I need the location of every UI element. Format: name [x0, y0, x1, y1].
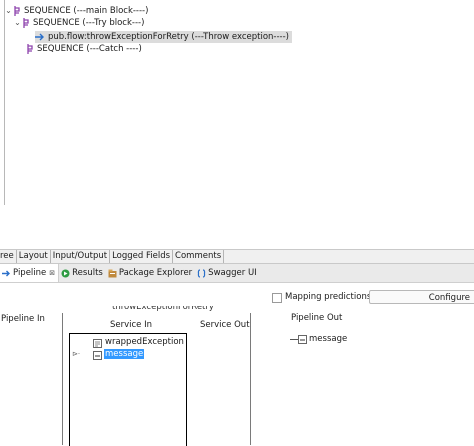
tab-package-explorer[interactable]: Package Explorer	[106, 264, 195, 282]
pipeline-out-heading: Pipeline Out	[291, 313, 343, 323]
string-field-icon	[93, 351, 102, 360]
mapping-predictions-label: Mapping predictions	[285, 292, 372, 302]
document-icon	[93, 339, 102, 348]
view-tab-bar: Pipeline ⊠ Results Package Explorer Swag…	[0, 264, 474, 283]
pipeline-in-heading: Pipeline In	[1, 314, 45, 324]
flow-tree: ⌄ SEQUENCE (---main Block----) ⌄ SEQUENC…	[0, 0, 474, 249]
map-link-icon: ⊳·	[72, 350, 81, 358]
chevron-down-icon[interactable]: ⌄	[13, 17, 22, 29]
pipeline-divider	[250, 313, 251, 445]
service-out-heading: Service Out	[200, 320, 250, 330]
pipeline-icon	[2, 269, 11, 278]
invoke-arrow-icon	[35, 33, 45, 41]
tab-label: Pipeline	[13, 268, 47, 278]
tab-label: Results	[72, 268, 103, 278]
swagger-icon	[197, 268, 206, 278]
pipeline-out-field[interactable]: message	[309, 334, 347, 344]
service-name-heading: throwExceptionForRetry	[112, 306, 214, 312]
pipeline-view: Mapping predictions Configure Pipeline I…	[0, 283, 474, 446]
string-field-icon	[298, 335, 307, 344]
close-icon[interactable]: ⊠	[49, 269, 55, 277]
tree-row-throw-exception[interactable]: pub.flow:throwExceptionForRetry (---Thro…	[35, 31, 292, 43]
service-in-field[interactable]: wrappedException	[105, 337, 184, 347]
package-explorer-icon	[108, 269, 117, 278]
results-icon	[61, 269, 70, 278]
tree-row-try-block[interactable]: ⌄ SEQUENCE (---Try block---)	[13, 17, 144, 29]
tree-row-label: pub.flow:throwExceptionForRetry (---Thro…	[48, 32, 289, 42]
editor-tab-bar: ree Layout Input/Output Logged Fields Co…	[0, 249, 474, 264]
tab-layout[interactable]: Layout	[17, 250, 51, 263]
tree-row-main-block[interactable]: ⌄ SEQUENCE (---main Block----)	[4, 5, 148, 17]
sequence-icon	[26, 44, 34, 54]
tree-row-label: SEQUENCE (---main Block----)	[24, 6, 149, 16]
tree-row-label: SEQUENCE (---Try block---)	[33, 18, 145, 28]
sequence-icon	[13, 6, 21, 16]
tree-row-label: SEQUENCE (---Catch ----)	[37, 44, 142, 54]
tab-logged-fields[interactable]: Logged Fields	[110, 250, 174, 263]
mapping-predictions-checkbox[interactable]	[272, 293, 282, 303]
configure-button[interactable]: Configure	[369, 290, 474, 304]
tab-results[interactable]: Results	[59, 264, 106, 282]
tab-label: Swagger UI	[208, 268, 257, 278]
tab-comments[interactable]: Comments	[173, 250, 225, 263]
tab-label: Package Explorer	[118, 268, 193, 278]
service-in-heading: Service In	[110, 320, 153, 330]
service-in-field[interactable]: message	[104, 349, 145, 359]
tab-swagger-ui[interactable]: Swagger UI	[195, 264, 260, 282]
tab-tree[interactable]: ree	[0, 250, 17, 263]
chevron-down-icon[interactable]: ⌄	[4, 5, 13, 17]
tab-input-output[interactable]: Input/Output	[51, 250, 111, 263]
tab-pipeline[interactable]: Pipeline ⊠	[0, 264, 60, 282]
tree-row-catch-block[interactable]: SEQUENCE (---Catch ----)	[26, 43, 142, 55]
pipeline-divider	[62, 313, 63, 445]
tree-guide-line	[4, 0, 5, 205]
sequence-icon	[22, 18, 30, 28]
